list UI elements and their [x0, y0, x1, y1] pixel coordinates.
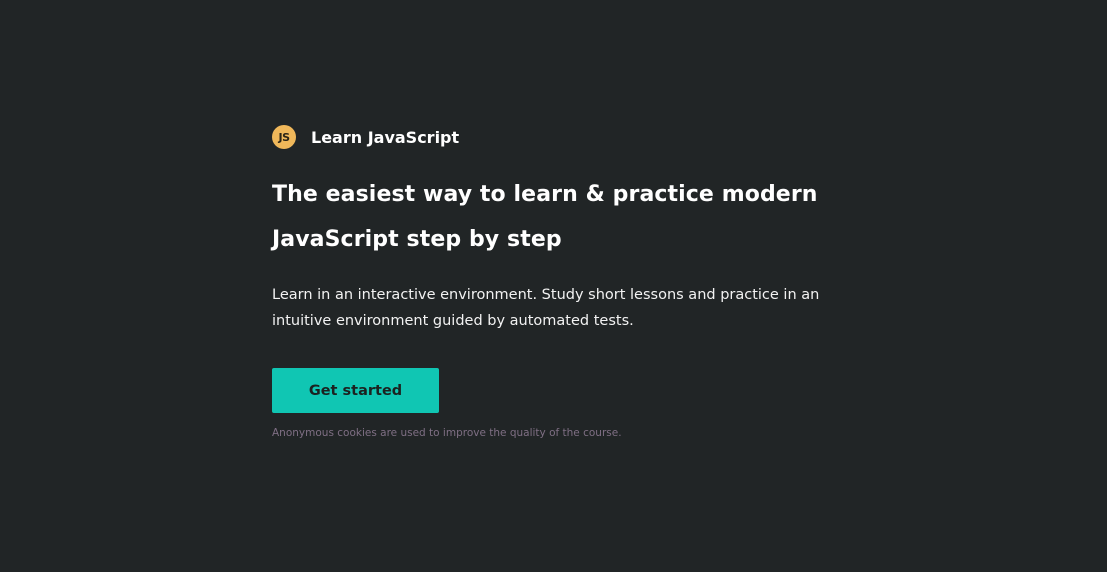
brand-name: Learn JavaScript [311, 127, 460, 147]
js-logo-icon: JS [272, 125, 296, 149]
landing-content: JS Learn JavaScript The easiest way to l… [272, 124, 912, 441]
cookie-notice: Anonymous cookies are used to improve th… [272, 427, 622, 439]
get-started-button[interactable]: Get started [272, 368, 439, 413]
page-title: The easiest way to learn & practice mode… [272, 182, 818, 252]
brand: JS Learn JavaScript [272, 124, 912, 150]
hero-description: Learn in an interactive environment. Stu… [272, 287, 820, 329]
